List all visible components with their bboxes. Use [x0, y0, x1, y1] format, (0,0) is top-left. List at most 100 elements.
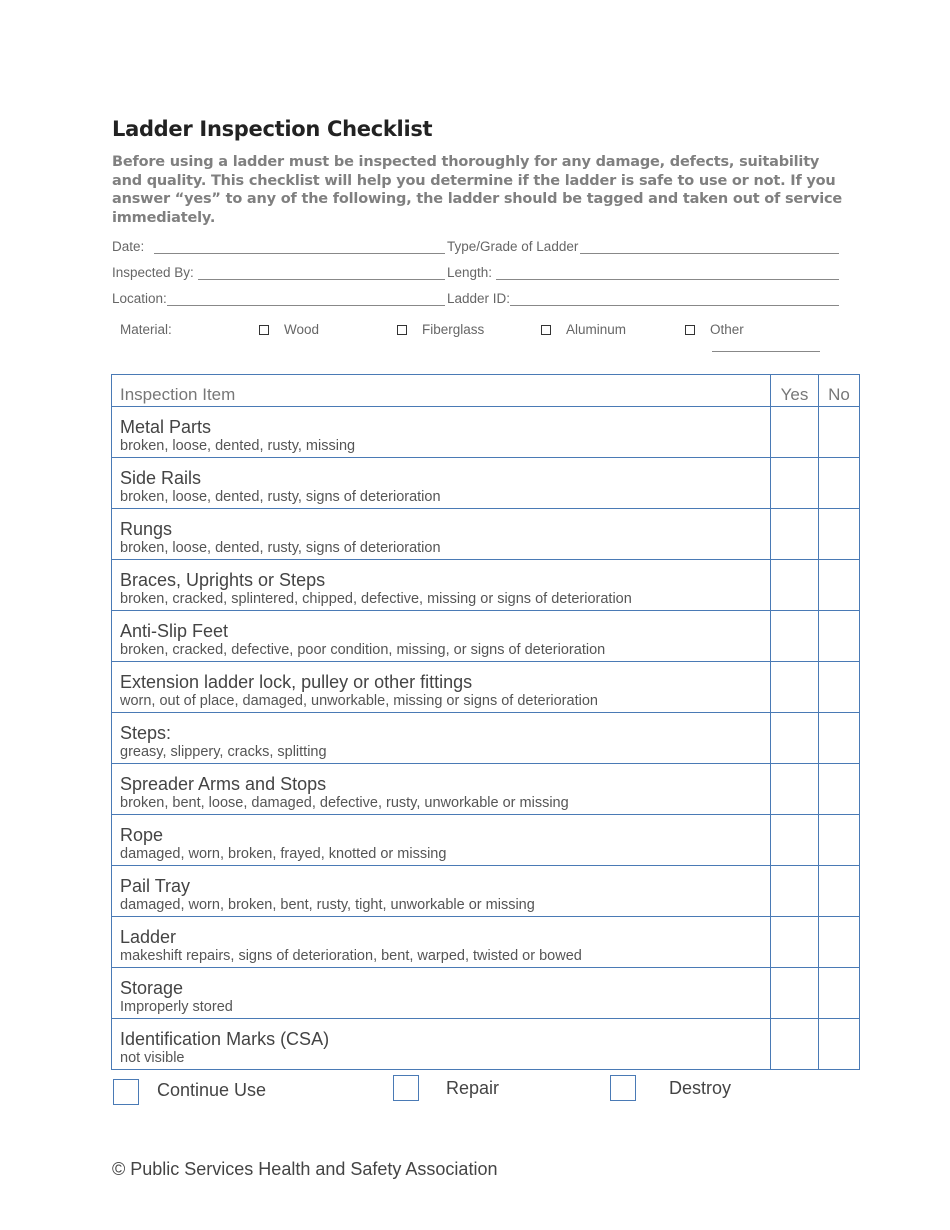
inspected-by-input-line[interactable]	[197, 265, 445, 280]
inspection-item-name: Metal Parts	[120, 417, 212, 437]
table-row: Identification Marks (CSA) not visible	[111, 1018, 860, 1070]
material-option-other[interactable]: Other	[685, 322, 744, 337]
location-field[interactable]: Location:	[112, 288, 445, 306]
inspection-item-cell: Anti-Slip Feet broken, cracked, defective…	[111, 610, 771, 662]
inspection-item-cell: Braces, Uprights or Steps broken, cracked…	[111, 559, 771, 611]
yes-checkbox-cell[interactable]	[770, 967, 819, 1019]
field-row-3: Location: Ladder ID:	[112, 288, 839, 306]
inspection-item-description: broken, cracked, splintered, chipped, de…	[120, 591, 632, 607]
yes-checkbox-cell[interactable]	[770, 1018, 819, 1070]
no-checkbox-cell[interactable]	[818, 508, 860, 560]
inspection-item-description: broken, loose, dented, rusty, missing	[120, 438, 356, 454]
outcome-repair[interactable]: Repair	[393, 1075, 499, 1101]
checkbox-icon[interactable]	[610, 1075, 636, 1101]
no-checkbox-cell[interactable]	[818, 610, 860, 662]
outcome-continue-use[interactable]: Continue Use	[113, 1075, 266, 1105]
type-grade-input-line[interactable]	[580, 239, 839, 254]
copyright-footer: © Public Services Health and Safety Asso…	[112, 1159, 498, 1179]
inspection-item-name: Rungs	[120, 519, 173, 539]
no-checkbox-cell[interactable]	[818, 457, 860, 509]
inspection-item-name: Rope	[120, 825, 164, 845]
inspection-item-description: damaged, worn, broken, frayed, knotted o…	[120, 846, 447, 862]
yes-checkbox-cell[interactable]	[770, 406, 819, 458]
inspection-item-name: Steps:	[120, 723, 172, 743]
header-yes: Yes	[770, 374, 819, 407]
outcome-destroy[interactable]: Destroy	[610, 1075, 731, 1101]
material-option-label: Other	[710, 322, 744, 337]
inspection-item-description: makeshift repairs, signs of deterioratio…	[120, 948, 582, 964]
inspection-item-description: Improperly stored	[120, 999, 233, 1015]
no-checkbox-cell[interactable]	[818, 865, 860, 917]
table-row: Rope damaged, worn, broken, frayed, knott…	[111, 814, 860, 866]
inspection-item-name: Side Rails	[120, 468, 202, 488]
ladder-id-field[interactable]: Ladder ID:	[447, 288, 839, 306]
yes-checkbox-cell[interactable]	[770, 457, 819, 509]
ladder-id-input-line[interactable]	[510, 291, 839, 306]
table-header-row: Inspection Item Yes No	[111, 374, 860, 407]
material-option-fiberglass[interactable]: Fiberglass	[397, 322, 484, 337]
inspection-item-cell: Steps: greasy, slippery, cracks, splittin…	[111, 712, 771, 764]
checkbox-icon[interactable]	[541, 324, 551, 335]
header-inspection-item: Inspection Item	[111, 374, 771, 407]
length-input-line[interactable]	[496, 265, 839, 280]
no-checkbox-cell[interactable]	[818, 967, 860, 1019]
table-row: Storage Improperly stored	[111, 967, 860, 1019]
date-input-line[interactable]	[154, 239, 445, 254]
yes-checkbox-cell[interactable]	[770, 763, 819, 815]
yes-checkbox-cell[interactable]	[770, 712, 819, 764]
inspection-item-cell: Identification Marks (CSA) not visible	[111, 1018, 771, 1070]
yes-checkbox-cell[interactable]	[770, 610, 819, 662]
yes-checkbox-cell[interactable]	[770, 559, 819, 611]
inspected-by-field[interactable]: Inspected By:	[112, 262, 445, 280]
ladder-id-label: Ladder ID:	[447, 291, 511, 306]
outcome-label: Destroy	[669, 1077, 732, 1098]
table-row: Metal Parts broken, loose, dented, rusty,…	[111, 406, 860, 458]
yes-checkbox-cell[interactable]	[770, 814, 819, 866]
inspection-item-description: broken, loose, dented, rusty, signs of d…	[120, 540, 441, 556]
checkbox-icon[interactable]	[397, 324, 407, 335]
table-row: Side Rails broken, loose, dented, rusty, …	[111, 457, 860, 509]
yes-checkbox-cell[interactable]	[770, 508, 819, 560]
checkbox-icon[interactable]	[393, 1075, 419, 1101]
yes-checkbox-cell[interactable]	[770, 916, 819, 968]
yes-checkbox-cell[interactable]	[770, 865, 819, 917]
no-checkbox-cell[interactable]	[818, 406, 860, 458]
inspection-item-cell: Spreader Arms and Stops broken, bent, loo…	[111, 763, 771, 815]
no-checkbox-cell[interactable]	[818, 661, 860, 713]
inspection-table: Inspection Item Yes No Metal Parts broken…	[111, 374, 860, 1070]
checkbox-icon[interactable]	[685, 324, 695, 335]
inspection-item-name: Extension ladder lock, pulley or other f…	[120, 672, 473, 692]
inspection-item-description: not visible	[120, 1050, 185, 1066]
material-option-label: Aluminum	[566, 322, 627, 337]
location-input-line[interactable]	[166, 291, 445, 306]
material-option-wood[interactable]: Wood	[259, 322, 319, 337]
material-option-aluminum[interactable]: Aluminum	[541, 322, 626, 337]
type-grade-field[interactable]: Type/Grade of Ladder	[447, 236, 839, 254]
no-checkbox-cell[interactable]	[818, 559, 860, 611]
date-field[interactable]: Date:	[112, 236, 445, 254]
table-row: Rungs broken, loose, dented, rusty, signs…	[111, 508, 860, 560]
yes-checkbox-cell[interactable]	[770, 661, 819, 713]
no-checkbox-cell[interactable]	[818, 712, 860, 764]
location-label: Location:	[112, 291, 167, 306]
length-field[interactable]: Length:	[447, 262, 839, 280]
no-checkbox-cell[interactable]	[818, 1018, 860, 1070]
date-label: Date:	[112, 239, 145, 254]
no-checkbox-cell[interactable]	[818, 763, 860, 815]
other-material-input-line[interactable]	[712, 351, 820, 352]
length-label: Length:	[447, 265, 493, 280]
page-title: Ladder Inspection Checklist	[112, 117, 433, 141]
checkbox-icon[interactable]	[113, 1079, 139, 1105]
material-option-label: Fiberglass	[422, 322, 485, 337]
no-checkbox-cell[interactable]	[818, 814, 860, 866]
inspection-item-cell: Rope damaged, worn, broken, frayed, knott…	[111, 814, 771, 866]
inspection-item-name: Storage	[120, 978, 184, 998]
inspection-item-cell: Ladder makeshift repairs, signs of deteri…	[111, 916, 771, 968]
inspection-item-description: worn, out of place, damaged, unworkable,…	[120, 693, 598, 709]
inspection-item-description: broken, loose, dented, rusty, signs of d…	[120, 489, 441, 505]
checkbox-icon[interactable]	[259, 324, 269, 335]
no-checkbox-cell[interactable]	[818, 916, 860, 968]
inspection-item-description: broken, bent, loose, damaged, defective,…	[120, 795, 569, 811]
inspection-item-cell: Pail Tray damaged, worn, broken, bent, ru…	[111, 865, 771, 917]
inspection-item-cell: Rungs broken, loose, dented, rusty, signs…	[111, 508, 771, 560]
